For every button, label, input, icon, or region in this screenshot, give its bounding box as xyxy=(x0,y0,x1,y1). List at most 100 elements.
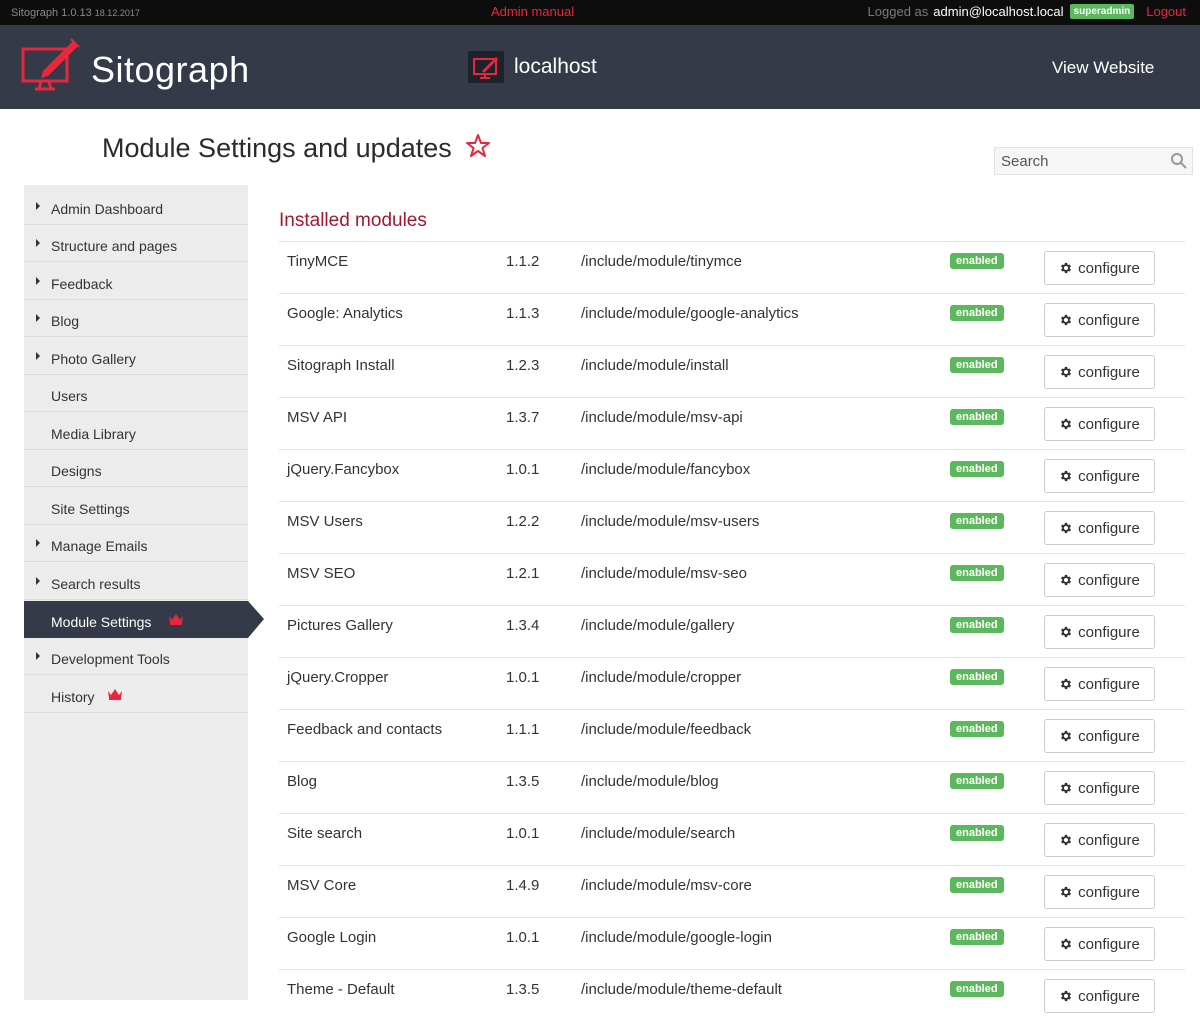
sidebar-item-photo-gallery[interactable]: Photo Gallery xyxy=(24,338,248,375)
admin-manual-link[interactable]: Admin manual xyxy=(491,4,574,19)
configure-button[interactable]: configure xyxy=(1044,303,1155,337)
sidebar-item-label: Admin Dashboard xyxy=(51,201,164,217)
brand-name[interactable]: Sitograph xyxy=(91,49,250,91)
status-badge: enabled xyxy=(950,461,1004,477)
sidebar-item-manage-emails[interactable]: Manage Emails xyxy=(24,525,248,562)
status-badge: enabled xyxy=(950,825,1004,841)
app-version: Sitograph 1.0.13 18.12.2017 xyxy=(11,7,140,19)
configure-button[interactable]: configure xyxy=(1044,563,1155,597)
user-info: Logged as admin@localhost.local superadm… xyxy=(868,4,1186,19)
logout-link[interactable]: Logout xyxy=(1146,4,1186,19)
search-input[interactable] xyxy=(995,148,1165,174)
modules-table: TinyMCE 1.1.2 /include/module/tinymce en… xyxy=(279,241,1185,1021)
module-version: 1.3.4 xyxy=(506,617,540,634)
module-version: 1.0.1 xyxy=(506,669,540,686)
gear-icon xyxy=(1061,470,1072,482)
configure-button[interactable]: configure xyxy=(1044,251,1155,285)
module-name: jQuery.Fancybox xyxy=(287,461,400,478)
configure-button[interactable]: configure xyxy=(1044,667,1155,701)
configure-button[interactable]: configure xyxy=(1044,875,1155,909)
gear-icon xyxy=(1061,262,1072,274)
configure-button[interactable]: configure xyxy=(1044,355,1155,389)
configure-button[interactable]: configure xyxy=(1044,927,1155,961)
configure-button[interactable]: configure xyxy=(1044,979,1155,1013)
configure-label: configure xyxy=(1078,467,1140,485)
sidebar-item-feedback[interactable]: Feedback xyxy=(24,263,248,300)
module-path: /include/module/msv-seo xyxy=(581,565,747,582)
sidebar-item-site-settings[interactable]: Site Settings xyxy=(24,488,248,525)
module-name: Google: Analytics xyxy=(287,305,403,322)
sidebar-item-development-tools[interactable]: Development Tools xyxy=(24,638,248,675)
gear-icon xyxy=(1061,574,1072,586)
module-version: 1.0.1 xyxy=(506,929,540,946)
configure-label: configure xyxy=(1078,519,1140,537)
crown-icon xyxy=(169,614,183,625)
table-row: Sitograph Install 1.2.3 /include/module/… xyxy=(279,345,1185,397)
role-badge: superadmin xyxy=(1069,4,1135,19)
module-name: Pictures Gallery xyxy=(287,617,393,634)
sidebar-item-label: History xyxy=(51,689,95,705)
configure-button[interactable]: configure xyxy=(1044,719,1155,753)
sidebar-item-history[interactable]: History xyxy=(24,676,248,713)
sidebar-item-label: Feedback xyxy=(51,276,113,292)
table-row: Feedback and contacts 1.1.1 /include/mod… xyxy=(279,709,1185,761)
module-version: 1.3.5 xyxy=(506,773,540,790)
configure-button[interactable]: configure xyxy=(1044,407,1155,441)
sidebar-item-label: Structure and pages xyxy=(51,238,178,254)
star-outline-icon[interactable] xyxy=(465,133,491,159)
configure-label: configure xyxy=(1078,831,1140,849)
sidebar-item-admin-dashboard[interactable]: Admin Dashboard xyxy=(24,188,248,225)
monitor-with-pen-icon[interactable] xyxy=(21,35,81,91)
module-name: Feedback and contacts xyxy=(287,721,443,738)
sidebar-item-media-library[interactable]: Media Library xyxy=(24,413,248,450)
sidebar-item-designs[interactable]: Designs xyxy=(24,450,248,487)
configure-button[interactable]: configure xyxy=(1044,823,1155,857)
caret-right-icon xyxy=(36,277,40,285)
gear-icon xyxy=(1061,678,1072,690)
gear-icon xyxy=(1061,834,1072,846)
table-row: Google Login 1.0.1 /include/module/googl… xyxy=(279,917,1185,969)
module-version: 1.1.1 xyxy=(506,721,540,738)
configure-label: configure xyxy=(1078,259,1140,277)
module-path: /include/module/install xyxy=(581,357,729,374)
table-row: MSV SEO 1.2.1 /include/module/msv-seo en… xyxy=(279,553,1185,605)
sidebar-item-label: Media Library xyxy=(51,426,136,442)
gear-icon xyxy=(1061,366,1072,378)
module-version: 1.2.3 xyxy=(506,357,540,374)
gear-icon xyxy=(1061,886,1072,898)
status-badge: enabled xyxy=(950,357,1004,373)
caret-right-icon xyxy=(36,577,40,585)
module-version: 1.0.1 xyxy=(506,825,540,842)
sidebar-item-structure-and-pages[interactable]: Structure and pages xyxy=(24,225,248,262)
table-row: TinyMCE 1.1.2 /include/module/tinymce en… xyxy=(279,241,1185,293)
configure-label: configure xyxy=(1078,623,1140,641)
release-date: 18.12.2017 xyxy=(94,8,140,18)
section-title: Installed modules xyxy=(279,210,427,231)
status-badge: enabled xyxy=(950,409,1004,425)
view-website-link[interactable]: View Website xyxy=(1052,58,1154,78)
search-icon[interactable] xyxy=(1170,152,1188,170)
sidebar-item-search-results[interactable]: Search results xyxy=(24,563,248,600)
sidebar-item-module-settings[interactable]: Module Settings xyxy=(24,601,264,638)
status-badge: enabled xyxy=(950,773,1004,789)
status-badge: enabled xyxy=(950,981,1004,997)
table-row: Google: Analytics 1.1.3 /include/module/… xyxy=(279,293,1185,345)
caret-right-icon xyxy=(36,352,40,360)
sidebar-item-blog[interactable]: Blog xyxy=(24,300,248,337)
admin-top-bar: Sitograph 1.0.13 18.12.2017 Admin manual… xyxy=(0,0,1200,25)
status-badge: enabled xyxy=(950,721,1004,737)
configure-button[interactable]: configure xyxy=(1044,511,1155,545)
table-row: Theme - Default 1.3.5 /include/module/th… xyxy=(279,969,1185,1021)
table-row: Site search 1.0.1 /include/module/search… xyxy=(279,813,1185,865)
sidebar-item-label: Designs xyxy=(51,463,102,479)
module-path: /include/module/msv-api xyxy=(581,409,743,426)
sidebar-item-users[interactable]: Users xyxy=(24,375,248,412)
module-path: /include/module/fancybox xyxy=(581,461,751,478)
configure-button[interactable]: configure xyxy=(1044,459,1155,493)
caret-right-icon xyxy=(36,652,40,660)
module-version: 1.1.3 xyxy=(506,305,540,322)
configure-label: configure xyxy=(1078,415,1140,433)
configure-button[interactable]: configure xyxy=(1044,771,1155,805)
configure-button[interactable]: configure xyxy=(1044,615,1155,649)
gear-icon xyxy=(1061,990,1072,1002)
